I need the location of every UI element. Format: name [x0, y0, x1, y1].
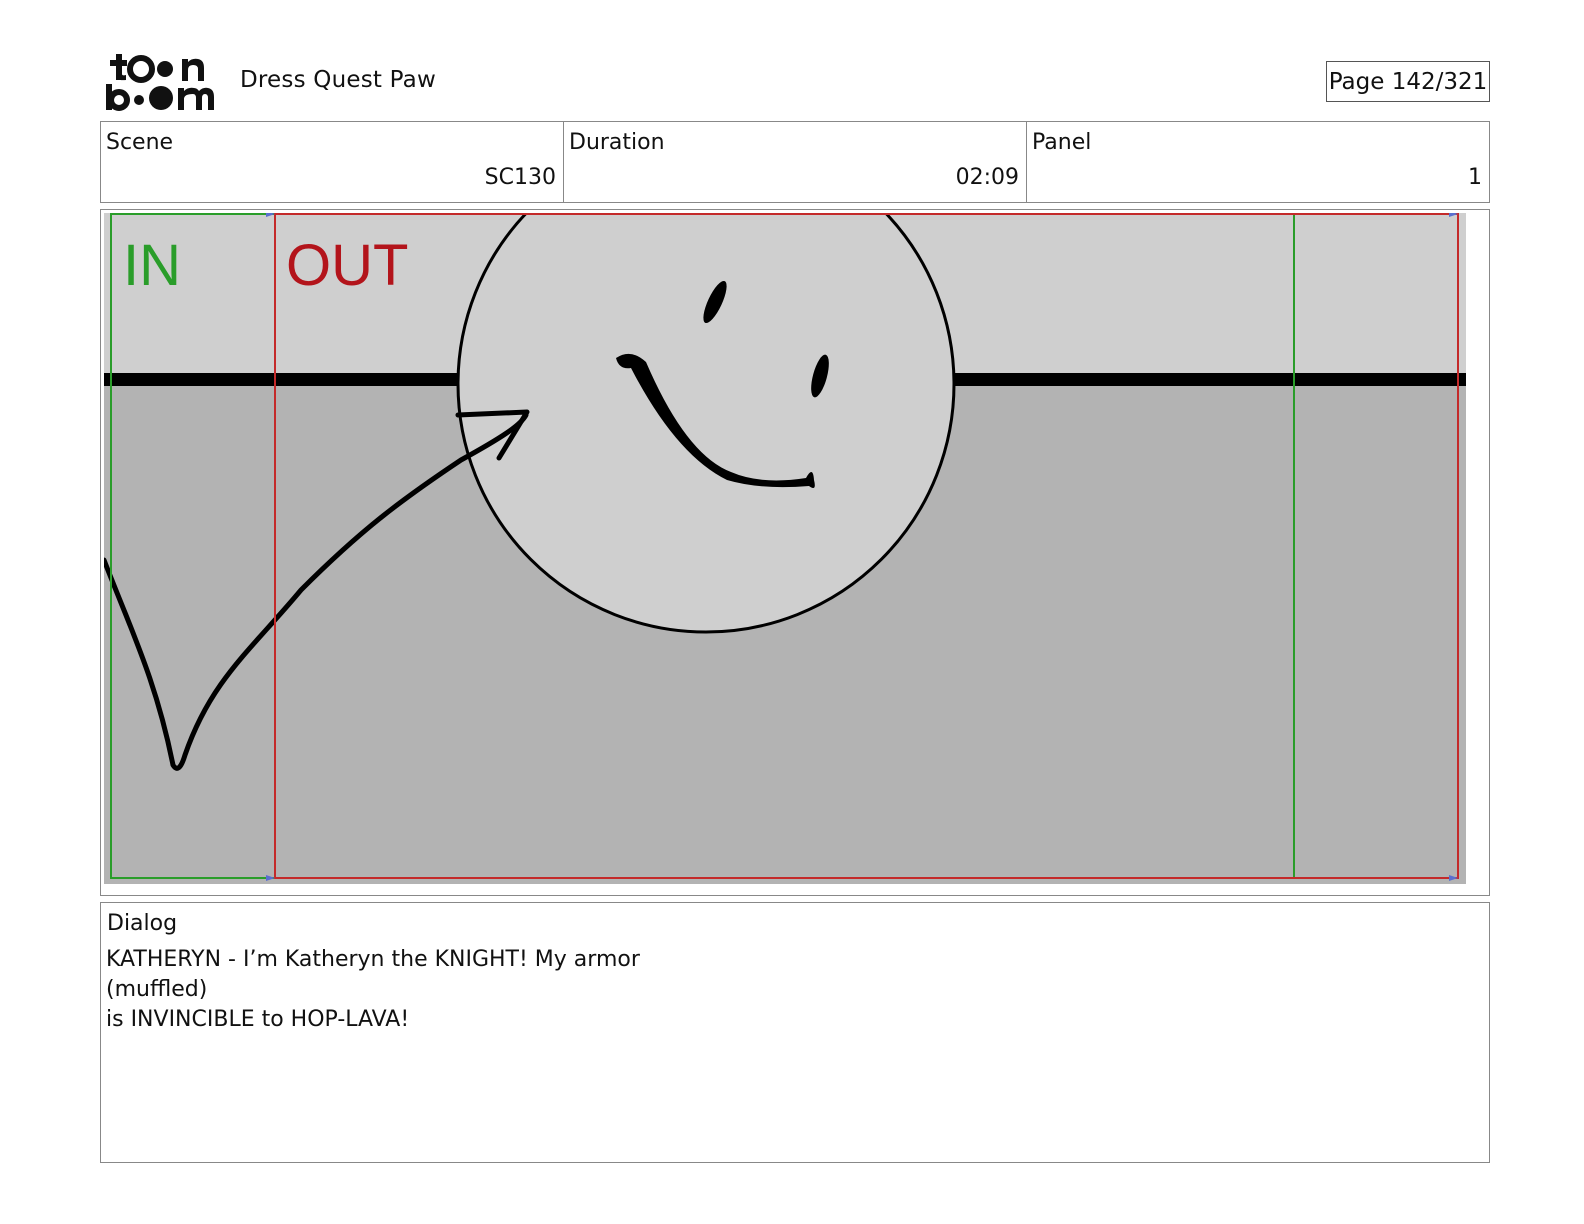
panel-label: Panel — [1032, 130, 1092, 155]
duration-value: 02:09 — [955, 165, 1019, 190]
dialog-label: Dialog — [107, 911, 178, 936]
out-label: OUT — [286, 233, 408, 298]
duration-label: Duration — [569, 130, 665, 155]
dialog-box: Dialog KATHERYN - I’m Katheryn the KNIGH… — [100, 902, 1490, 1163]
page-indicator: Page 142/321 — [1326, 61, 1490, 102]
scene-cell: Scene SC130 — [101, 122, 564, 202]
dialog-line: (muffled) — [106, 977, 208, 1002]
panel-number-cell: Panel 1 — [1027, 122, 1489, 202]
panel-drawing: IN OUT — [104, 213, 1466, 884]
scene-value: SC130 — [484, 165, 556, 190]
panel-value: 1 — [1468, 165, 1482, 190]
project-title: Dress Quest Paw — [240, 67, 436, 93]
in-label: IN — [123, 233, 181, 298]
toon-boom-logo-icon — [106, 54, 214, 111]
duration-cell: Duration 02:09 — [564, 122, 1027, 202]
dialog-text: KATHERYN - I’m Katheryn the KNIGHT! My a… — [106, 945, 640, 1035]
dialog-line: KATHERYN - I’m Katheryn the KNIGHT! My a… — [106, 947, 640, 972]
panel-info-row: Scene SC130 Duration 02:09 Panel 1 — [100, 121, 1490, 203]
storyboard-panel: IN OUT — [100, 209, 1490, 896]
toon-boom-logo — [104, 50, 216, 112]
scene-label: Scene — [106, 130, 174, 155]
dialog-line: is INVINCIBLE to HOP-LAVA! — [106, 1007, 410, 1032]
